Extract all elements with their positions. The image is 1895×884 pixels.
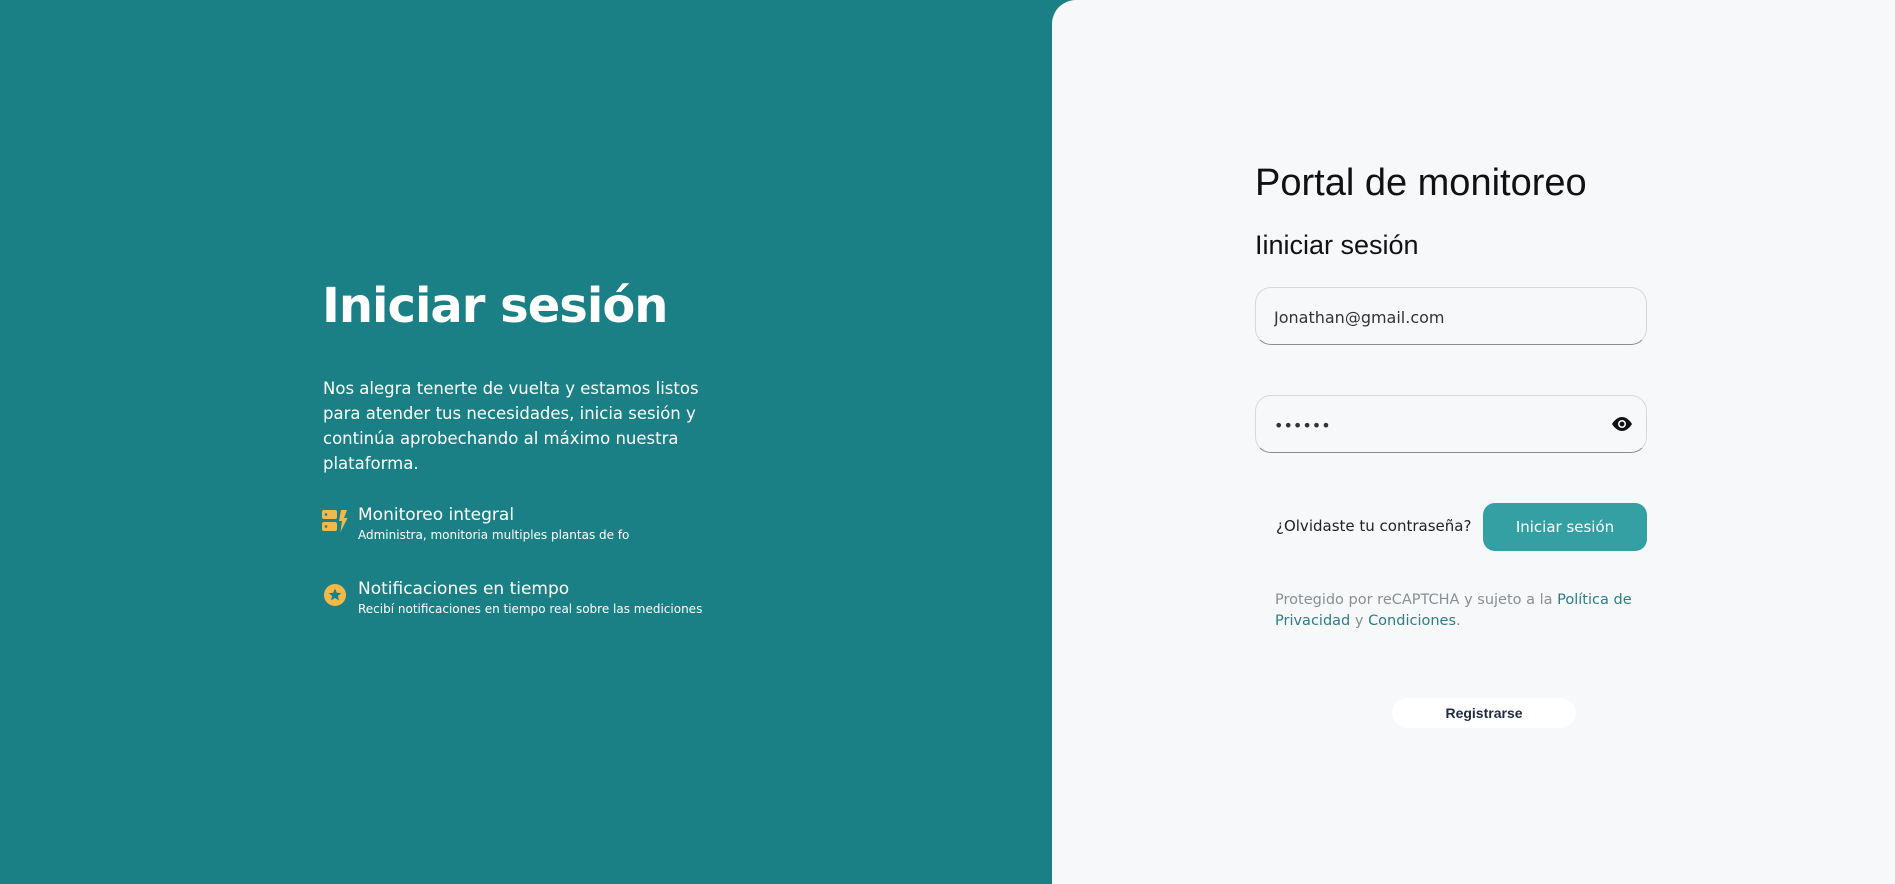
- star-badge-icon: [324, 584, 346, 606]
- eye-icon[interactable]: [1610, 414, 1634, 434]
- forgot-password-link[interactable]: ¿Olvidaste tu contraseña?: [1276, 517, 1471, 535]
- left-panel: Iniciar sesión Nos alegra tenerte de vue…: [0, 0, 1060, 884]
- feature-title: Notificaciones en tiempo: [358, 579, 570, 599]
- portal-title: Portal de monitoreo: [1255, 162, 1587, 204]
- login-subtitle: Iiniciar sesión: [1255, 230, 1419, 260]
- feature-title: Monitoreo integral: [358, 505, 515, 525]
- recaptcha-notice: Protegido por reCAPTCHA y sujeto a la Po…: [1275, 590, 1645, 632]
- feature-monitoring: Monitoreo integral Administra, monitoria…: [322, 504, 629, 544]
- password-input[interactable]: [1272, 396, 1606, 454]
- feature-desc: Recibí notificaciones en tiempo real sob…: [358, 602, 703, 616]
- page-title: Iniciar sesión: [322, 278, 668, 334]
- login-panel: Portal de monitoreo Iiniciar sesión ¿Olv…: [1052, 0, 1895, 884]
- legal-prefix: Protegido por reCAPTCHA y sujeto a la: [1275, 592, 1558, 608]
- feature-notifications: Notificaciones en tiempo Recibí notifica…: [322, 578, 702, 618]
- feature-desc: Administra, monitoria multiples plantas …: [358, 528, 630, 542]
- legal-and: y: [1350, 613, 1369, 629]
- server-bolt-icon: [322, 510, 348, 532]
- register-button[interactable]: Registrarse: [1392, 698, 1576, 728]
- intro-text: Nos alegra tenerte de vuelta y estamos l…: [323, 379, 699, 473]
- password-field[interactable]: [1255, 395, 1647, 454]
- email-input[interactable]: [1272, 288, 1606, 346]
- legal-end: .: [1456, 613, 1461, 629]
- email-field[interactable]: [1255, 287, 1647, 346]
- terms-link[interactable]: Condiciones: [1368, 613, 1456, 629]
- login-button[interactable]: Iniciar sesión: [1483, 503, 1647, 551]
